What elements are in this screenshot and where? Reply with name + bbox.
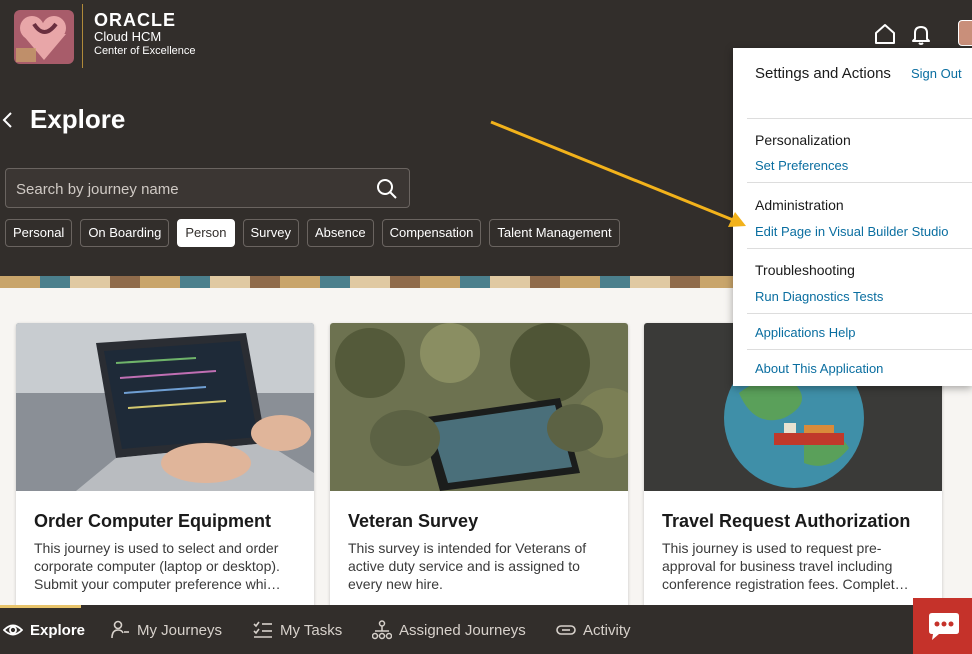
person-path-icon (111, 620, 129, 639)
nav-my-tasks[interactable]: My Tasks (253, 620, 342, 640)
nav-label: Explore (30, 621, 86, 639)
user-avatar[interactable] (958, 20, 972, 46)
bell-icon[interactable] (909, 22, 933, 46)
link-icon (556, 625, 576, 635)
brand-subtitle: Center of Excellence (94, 45, 196, 57)
nav-my-journeys[interactable]: My Journeys (110, 620, 222, 640)
card-description: This journey is used to select and order… (34, 540, 281, 592)
section-personalization: Personalization (755, 132, 851, 148)
laptop-typing-image (16, 323, 314, 491)
chip-absence[interactable]: Absence (306, 219, 374, 247)
chat-bubble-icon (929, 613, 959, 640)
nav-explore[interactable]: Explore (3, 620, 85, 640)
chip-personal[interactable]: Personal (5, 219, 73, 247)
category-chips: Personal On Boarding Person Survey Absen… (5, 219, 620, 247)
card-title: Order Computer Equipment (34, 511, 272, 531)
settings-actions-menu: Settings and Actions Sign Out Personaliz… (733, 48, 972, 386)
eye-icon (3, 624, 23, 636)
checklist-icon (253, 621, 272, 638)
journey-search-box (5, 168, 410, 208)
nav-label: Assigned Journeys (399, 621, 526, 639)
hcm-logo-icon (14, 10, 74, 64)
menu-divider (747, 118, 972, 119)
home-icon[interactable] (873, 22, 897, 46)
card-title: Veteran Survey (348, 511, 479, 531)
menu-divider (747, 182, 972, 183)
set-preferences-link[interactable]: Set Preferences (755, 158, 848, 173)
about-application-link[interactable]: About This Application (755, 361, 883, 376)
nav-assigned-journeys[interactable]: Assigned Journeys (372, 620, 526, 640)
edit-page-vbs-link[interactable]: Edit Page in Visual Builder Studio (755, 224, 948, 239)
brand-product: Cloud HCM (94, 29, 162, 44)
nav-activity[interactable]: Activity (556, 620, 631, 640)
oracle-brand: ORACLE Cloud HCM Center of Excellence (94, 11, 196, 58)
card-title: Travel Request Authorization (662, 511, 911, 531)
search-input[interactable] (16, 177, 356, 201)
menu-divider (747, 349, 972, 350)
chat-button[interactable] (913, 598, 972, 654)
nav-label: My Tasks (280, 621, 343, 639)
chip-on-boarding[interactable]: On Boarding (80, 219, 170, 247)
menu-heading: Settings and Actions (755, 65, 891, 82)
logo-divider (82, 4, 83, 68)
applications-help-link[interactable]: Applications Help (755, 325, 855, 340)
card-description: This survey is intended for Veterans of … (348, 540, 587, 592)
section-troubleshooting: Troubleshooting (755, 262, 855, 278)
chip-survey[interactable]: Survey (242, 219, 299, 247)
chip-person[interactable]: Person (177, 219, 235, 247)
journey-card-order-computer[interactable]: Order Computer Equipment This journey is… (16, 323, 314, 613)
active-tab-indicator (0, 605, 81, 608)
section-administration: Administration (755, 197, 844, 213)
page-title: Explore (30, 104, 126, 134)
chip-talent-management[interactable]: Talent Management (489, 219, 620, 247)
run-diagnostics-link[interactable]: Run Diagnostics Tests (755, 289, 883, 304)
nav-label: Activity (583, 621, 631, 639)
hierarchy-icon (372, 620, 392, 640)
menu-divider (747, 313, 972, 314)
chip-compensation[interactable]: Compensation (381, 219, 482, 247)
menu-divider (747, 248, 972, 249)
soldier-tablet-image (330, 323, 628, 491)
search-icon[interactable] (376, 178, 398, 200)
journey-card-veteran-survey[interactable]: Veteran Survey This survey is intended f… (330, 323, 628, 613)
nav-label: My Journeys (137, 621, 223, 639)
brand-oracle: ORACLE (94, 10, 176, 30)
back-chevron-icon[interactable] (0, 108, 18, 132)
card-description: This journey is used to request pre-appr… (662, 540, 909, 592)
sign-out-link[interactable]: Sign Out (911, 66, 962, 81)
